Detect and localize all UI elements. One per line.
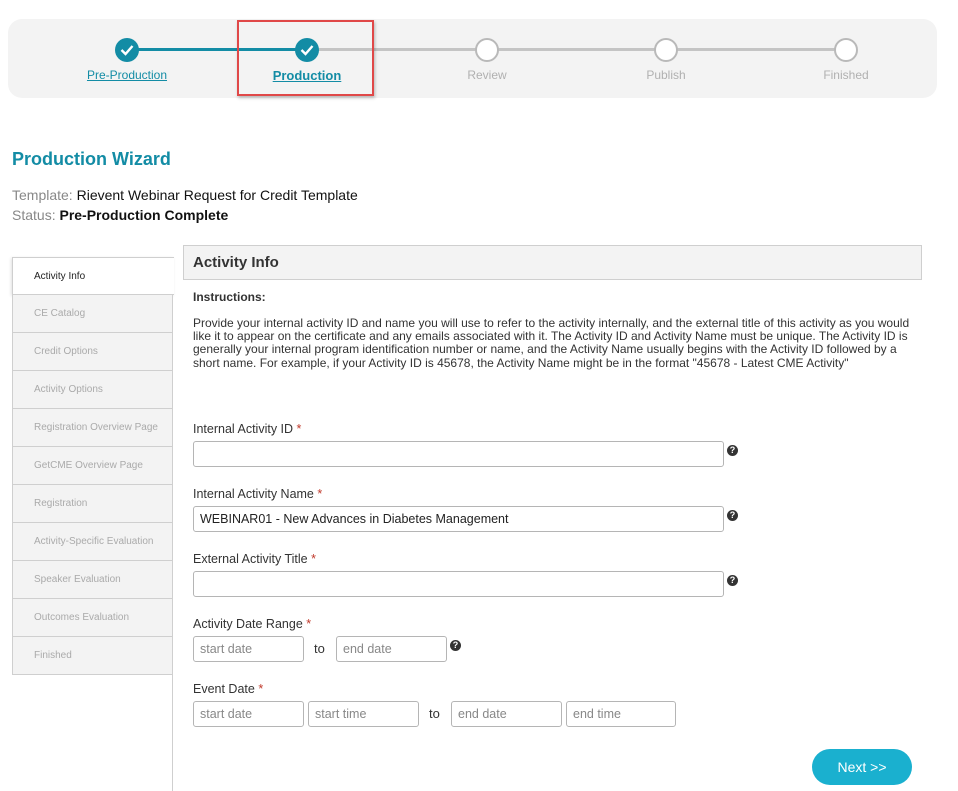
step-finished-label: Finished [823,68,869,82]
event-date-label: Event Date * [193,682,263,696]
required-mark: * [306,617,312,631]
step-finished-marker [834,38,858,62]
tab-registration[interactable]: Registration [12,485,173,523]
tab-activity-info[interactable]: Activity Info [12,257,174,295]
tab-ce-catalog[interactable]: CE Catalog [12,295,173,333]
internal-name-input[interactable]: WEBINAR01 - New Advances in Diabetes Man… [193,506,724,532]
internal-id-label-text: Internal Activity ID [193,422,294,436]
event-end-date-input[interactable]: end date [451,701,562,727]
required-mark: * [311,552,316,566]
highlight-annotation [237,20,374,96]
event-end-time-input[interactable]: end time [566,701,676,727]
required-mark: * [296,422,302,436]
step-publish-marker [654,38,678,62]
tab-activity-specific-evaluation[interactable]: Activity-Specific Evaluation [12,523,173,561]
event-date-label-text: Event Date [193,682,255,696]
step-publish-label: Publish [646,68,686,82]
event-start-date-input[interactable]: start date [193,701,304,727]
status-value: Pre-Production Complete [59,207,229,223]
stepper-line-pending [314,48,854,51]
external-title-input[interactable] [193,571,724,597]
tab-getcme-overview-page[interactable]: GetCME Overview Page [12,447,173,485]
internal-id-label: Internal Activity ID * [193,422,301,436]
tab-speaker-evaluation[interactable]: Speaker Evaluation [12,561,173,599]
tab-activity-options[interactable]: Activity Options [12,371,173,409]
help-icon[interactable]: ? [727,510,738,521]
check-icon [120,45,134,56]
panel-divider [172,295,173,791]
next-button[interactable]: Next >> [812,749,912,785]
page-title: Production Wizard [12,149,171,169]
required-mark: * [317,487,323,501]
event-start-time-input[interactable]: start time [308,701,419,727]
date-range-end-input[interactable]: end date [336,636,447,662]
tab-registration-overview-page[interactable]: Registration Overview Page [12,409,173,447]
external-title-label-text: External Activity Title [193,552,308,566]
step-pre-production-link[interactable]: Pre-Production [47,68,207,82]
internal-name-label: Internal Activity Name * [193,487,322,501]
date-range-to: to [314,641,325,656]
date-range-start-input[interactable]: start date [193,636,304,662]
help-icon[interactable]: ? [727,445,738,456]
date-range-label: Activity Date Range * [193,617,311,631]
status-key: Status: [12,207,56,223]
wizard-tabs: Activity Info CE Catalog Credit Options … [12,257,174,675]
internal-name-label-text: Internal Activity Name [193,487,314,501]
step-review-label: Review [467,68,507,82]
instructions-text: Provide your internal activity ID and na… [193,316,910,370]
template-key: Template: [12,187,73,203]
tab-outcomes-evaluation[interactable]: Outcomes Evaluation [12,599,173,637]
external-title-label: External Activity Title * [193,552,316,566]
progress-stepper: Pre-Production Production Review Publish… [8,19,937,98]
help-icon[interactable]: ? [450,640,461,651]
tab-finished[interactable]: Finished [12,637,173,675]
tab-credit-options[interactable]: Credit Options [12,333,173,371]
step-pre-production-marker [115,38,139,62]
template-value: Rievent Webinar Request for Credit Templ… [76,187,358,203]
instructions-title: Instructions: [193,290,266,304]
internal-id-input[interactable] [193,441,724,467]
date-range-label-text: Activity Date Range [193,617,303,631]
event-date-to: to [429,706,440,721]
template-info: Template: Rievent Webinar Request for Cr… [12,187,358,203]
help-icon[interactable]: ? [727,575,738,586]
panel-title: Activity Info [183,245,922,280]
status-info: Status: Pre-Production Complete [12,207,228,223]
required-mark: * [258,682,264,696]
step-review-marker [475,38,499,62]
